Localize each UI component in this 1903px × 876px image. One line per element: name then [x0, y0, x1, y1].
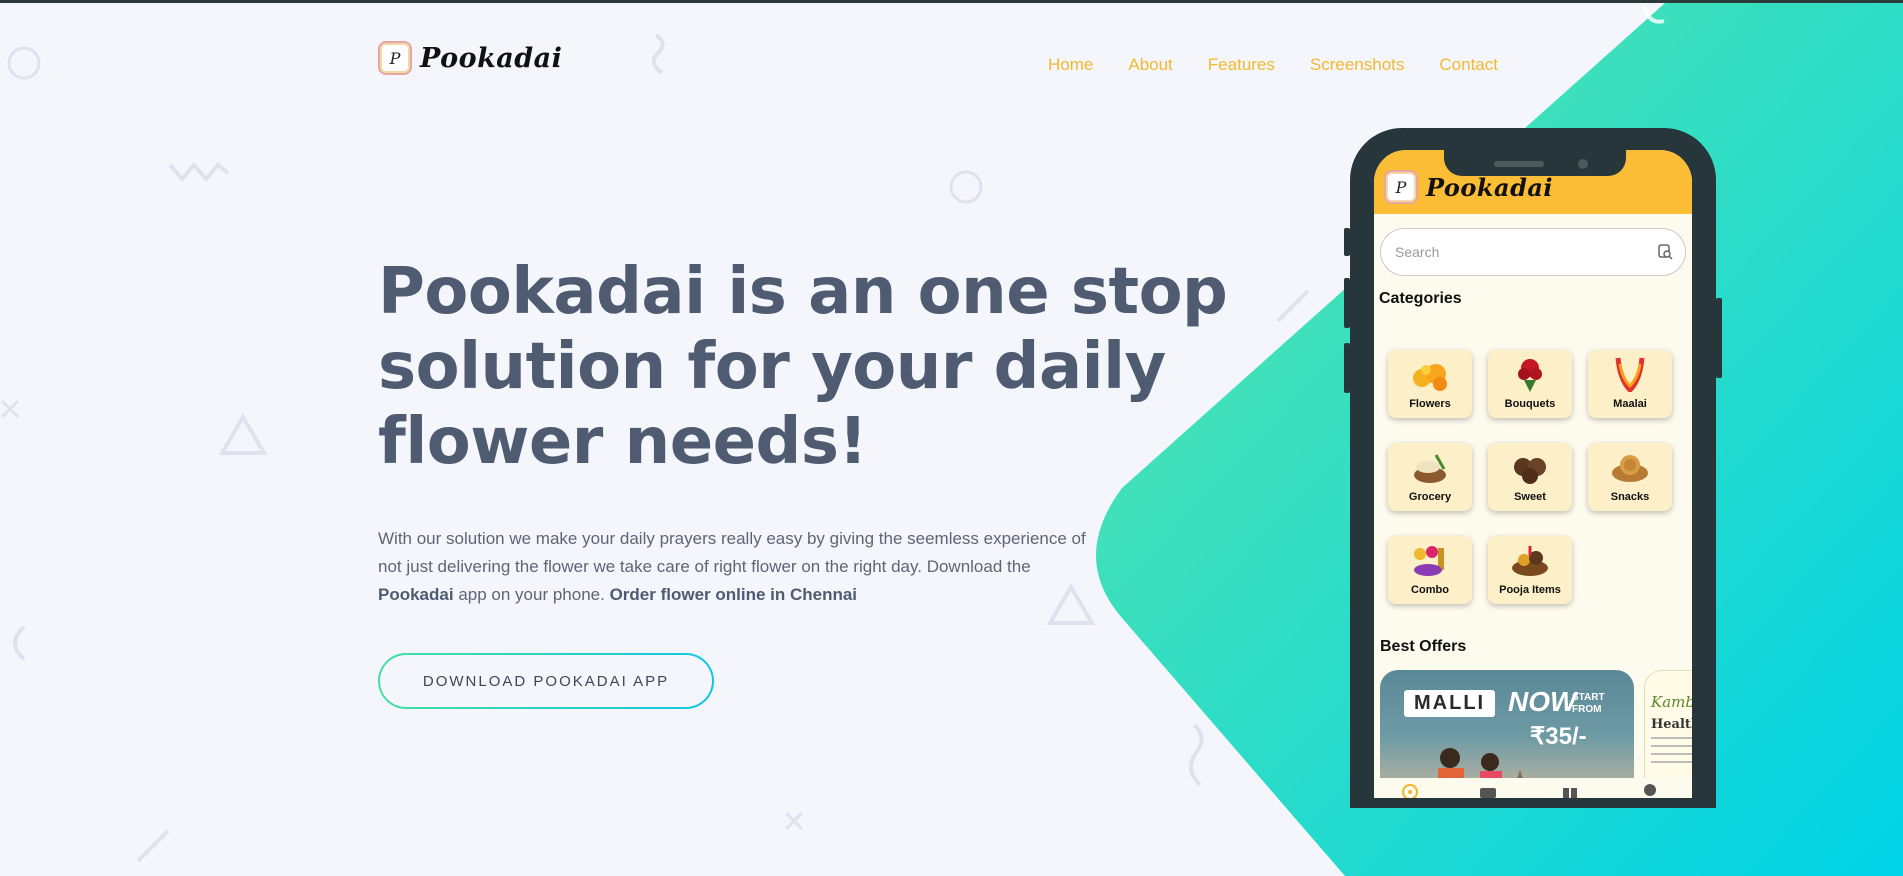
offer2-text-line: [1651, 761, 1692, 763]
phone-notch: [1444, 150, 1626, 176]
hero-desc-text: With our solution we make your daily pra…: [378, 529, 1086, 576]
hero-desc-tagline: Order flower online in Chennai: [609, 585, 858, 604]
snacks-icon: [1612, 455, 1648, 482]
decor-cross: [0, 399, 20, 419]
phone-side-button: [1716, 298, 1722, 378]
offer-brand: MALLI: [1404, 690, 1496, 717]
category-label: Snacks: [1610, 491, 1650, 503]
offer2-text-line: [1651, 737, 1692, 739]
category-label: Grocery: [1408, 491, 1452, 503]
category-pooja-items[interactable]: Pooja Items: [1488, 536, 1572, 604]
category-grocery[interactable]: Grocery: [1388, 443, 1472, 511]
nav-screenshots[interactable]: Screenshots: [1310, 55, 1405, 75]
best-offers-title: Best Offers: [1380, 638, 1467, 655]
logo-text: Pookadai: [420, 42, 563, 74]
nav-features[interactable]: Features: [1208, 55, 1275, 75]
category-label: Maalai: [1613, 398, 1647, 410]
offer-start-from: START FROM: [1572, 692, 1605, 716]
phone-side-button: [1344, 228, 1350, 256]
grocery-icon: [1414, 454, 1446, 483]
categories-title: Categories: [1379, 290, 1462, 307]
combo-icon: [1414, 546, 1444, 576]
decor-squiggle: [651, 33, 665, 75]
search-icon[interactable]: [1657, 244, 1673, 260]
garland-icon: [1615, 357, 1645, 392]
decor-circle: [949, 170, 983, 204]
main-nav: Home About Features Screenshots Contact: [1048, 55, 1533, 75]
offer2-text-line: [1651, 745, 1692, 747]
offer-banner-kambu[interactable]: Kamb Health: [1644, 670, 1692, 792]
category-bouquets[interactable]: Bouquets: [1488, 350, 1572, 418]
offer-start: START: [1572, 692, 1605, 703]
nav-about[interactable]: About: [1128, 55, 1172, 75]
category-label: Flowers: [1409, 398, 1451, 410]
profile-icon[interactable]: [1640, 782, 1660, 798]
offer-banner-malli[interactable]: MALLI NOW START FROM ₹35/-: [1380, 670, 1634, 790]
decor-squiggle: [1188, 723, 1204, 787]
download-app-button[interactable]: DOWNLOAD POOKADAI APP: [378, 653, 714, 709]
gift-icon[interactable]: [1560, 782, 1580, 798]
phone-side-button: [1344, 343, 1350, 393]
decor-triangle: [218, 413, 268, 455]
offer2-heading: Health: [1651, 717, 1692, 732]
app-tab-bar: [1374, 778, 1692, 798]
category-label: Bouquets: [1504, 398, 1556, 410]
category-label: Combo: [1411, 584, 1449, 596]
hero-title: Pookadai is an one stop solution for you…: [378, 255, 1228, 479]
phone-screen: P Pookadai Categories Flowers Bouquets M…: [1374, 150, 1692, 798]
category-sweet[interactable]: Sweet: [1488, 443, 1572, 511]
app-search-input[interactable]: [1393, 243, 1657, 261]
category-label: Pooja Items: [1499, 584, 1561, 596]
nav-home[interactable]: Home: [1048, 55, 1093, 75]
sweet-icon: [1514, 458, 1546, 484]
speaker-icon: [1494, 161, 1544, 167]
category-combo[interactable]: Combo: [1388, 536, 1472, 604]
decor-arc: [1642, 6, 1665, 24]
hero-description: With our solution we make your daily pra…: [378, 525, 1098, 609]
hero-desc-brand: Pookadai: [378, 585, 454, 604]
pooja-items-icon: [1512, 546, 1548, 576]
site-logo[interactable]: P Pookadai: [378, 41, 562, 75]
decor-line: [1276, 289, 1310, 323]
app-title: Pookadai: [1426, 172, 1554, 202]
decor-cross: [784, 811, 804, 831]
logo-badge-icon: P: [378, 41, 412, 75]
wallet-icon[interactable]: [1478, 782, 1498, 798]
decor-arc: [13, 625, 26, 661]
app-search-bar[interactable]: [1380, 228, 1686, 276]
category-label: Sweet: [1514, 491, 1546, 503]
hero-desc-text-2: app on your phone.: [453, 585, 610, 604]
offer-from: FROM: [1572, 704, 1602, 715]
nav-contact[interactable]: Contact: [1439, 55, 1498, 75]
camera-icon: [1578, 159, 1588, 169]
flowers-icon: [1413, 364, 1447, 391]
phone-side-button: [1344, 278, 1350, 328]
decor-line: [136, 829, 170, 863]
category-maalai[interactable]: Maalai: [1588, 350, 1672, 418]
app-logo-badge-icon: P: [1384, 170, 1418, 204]
offer-now: NOW: [1508, 686, 1577, 717]
home-icon[interactable]: [1400, 782, 1420, 798]
offer2-text-line: [1651, 753, 1692, 755]
decor-wave: [168, 161, 230, 183]
category-flowers[interactable]: Flowers: [1388, 350, 1472, 418]
category-snacks[interactable]: Snacks: [1588, 443, 1672, 511]
decor-circle: [7, 46, 41, 80]
offer2-brand: Kamb: [1651, 693, 1692, 711]
bouquet-icon: [1518, 359, 1542, 392]
phone-mockup: P Pookadai Categories Flowers Bouquets M…: [1344, 128, 1722, 808]
